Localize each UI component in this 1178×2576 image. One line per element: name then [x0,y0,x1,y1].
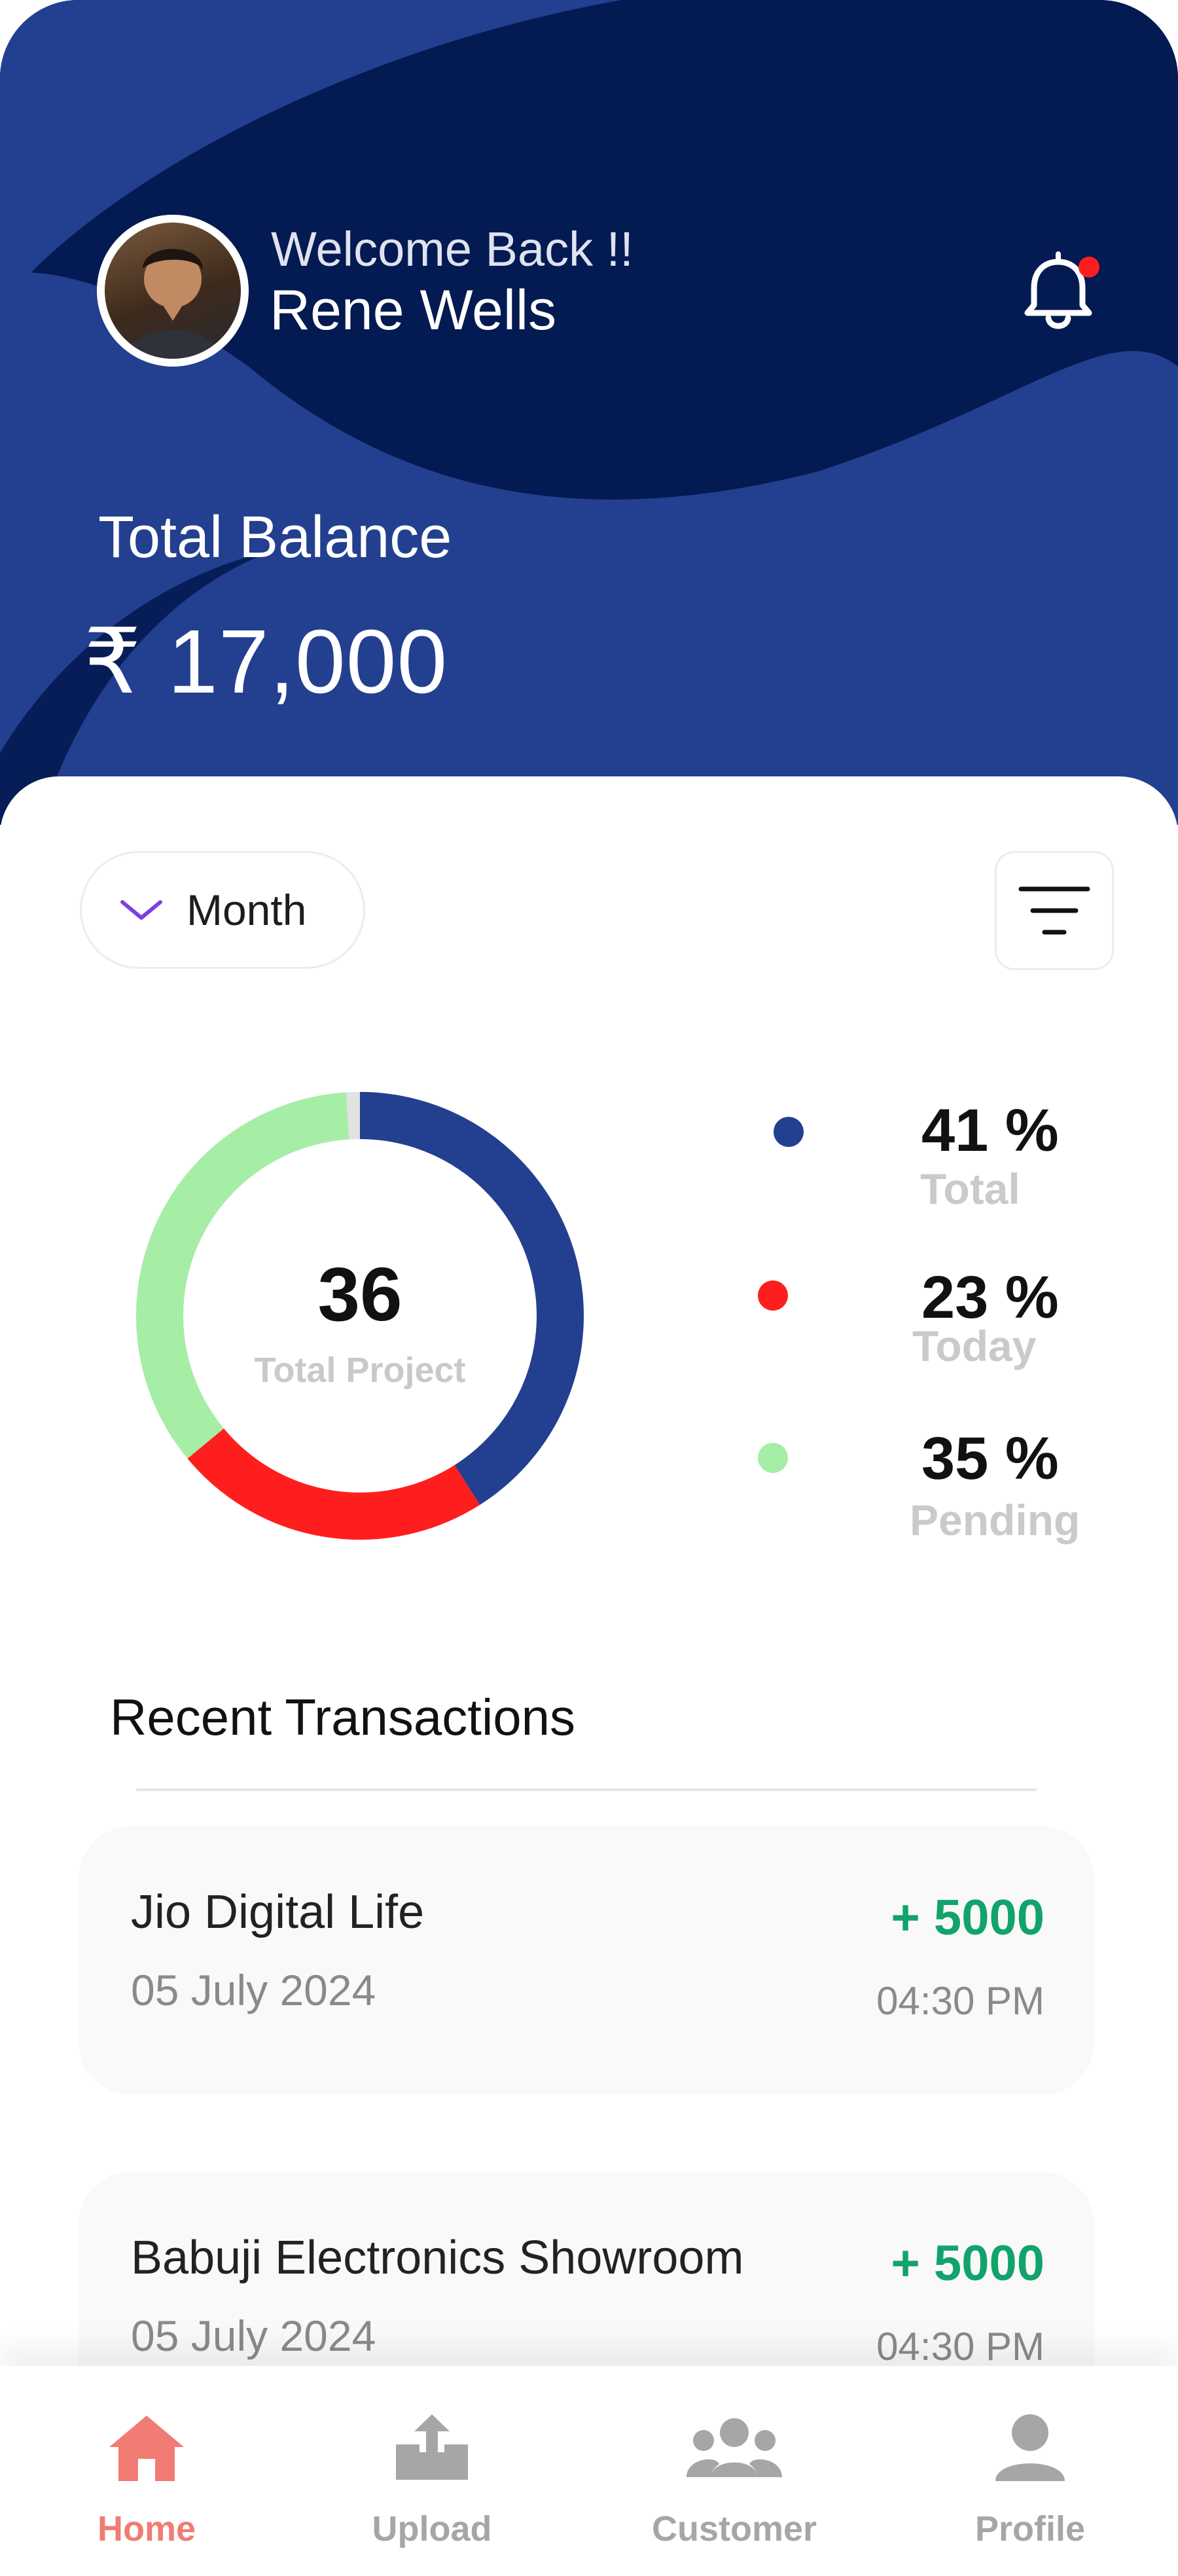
section-divider [136,1788,1037,1791]
transaction-date: 05 July 2024 [131,2312,376,2360]
balance-label: Total Balance [98,505,452,570]
chevron-down-icon [120,900,162,920]
nav-item-profile[interactable]: Profile [912,2366,1148,2576]
transaction-time: 04:30 PM [876,2325,1044,2368]
bottom-navigation: Home Upload Customer Profile [0,2366,1178,2576]
home-icon [109,2416,184,2481]
transaction-amount: + 5000 [891,2236,1044,2291]
welcome-text: Welcome Back !! [271,222,634,276]
upload-icon [396,2414,468,2480]
total-projects-value: 36 [317,1252,402,1337]
legend-label-today: Today [912,1322,1037,1370]
customer-icon [687,2418,782,2477]
legend-label-total: Total [920,1165,1020,1213]
user-avatar[interactable] [97,215,249,367]
donut-slice-today [187,1428,480,1540]
balance-value: ₹ 17,000 [84,611,448,712]
period-dropdown[interactable]: Month [80,851,365,969]
legend-label-pending: Pending [910,1496,1080,1544]
user-name: Rene Wells [270,279,557,342]
transaction-amount: + 5000 [891,1890,1044,1946]
nav-label-home: Home [97,2509,196,2549]
period-label: Month [187,886,307,934]
legend-dot-today [758,1280,788,1311]
nav-label-upload: Upload [372,2509,492,2549]
notification-button[interactable] [1016,242,1101,334]
nav-item-customer[interactable]: Customer [616,2366,852,2576]
legend-dot-pending [758,1443,788,1473]
nav-label-customer: Customer [651,2509,817,2549]
avatar-photo [105,223,241,359]
notification-dot [1079,257,1099,278]
nav-item-upload[interactable]: Upload [314,2366,550,2576]
transaction-card[interactable]: Jio Digital Life 05 July 2024 + 5000 04:… [79,1826,1094,2095]
recent-transactions-title: Recent Transactions [110,1688,576,1746]
nav-item-home[interactable]: Home [29,2366,264,2576]
filter-button[interactable] [995,851,1114,970]
profile-icon [995,2414,1065,2481]
transaction-name: Babuji Electronics Showroom [131,2232,744,2284]
transaction-time: 04:30 PM [876,1979,1044,2023]
transaction-date: 05 July 2024 [131,1966,376,2014]
nav-label-profile: Profile [974,2509,1086,2549]
legend-percent-total: 41 % [921,1097,1059,1164]
legend-percent-pending: 35 % [921,1425,1059,1492]
total-projects-label: Total Project [254,1351,466,1390]
bell-icon [1024,251,1099,329]
transaction-name: Jio Digital Life [131,1886,425,1938]
legend-dot-total [774,1117,804,1147]
filter-icon [1018,886,1090,935]
